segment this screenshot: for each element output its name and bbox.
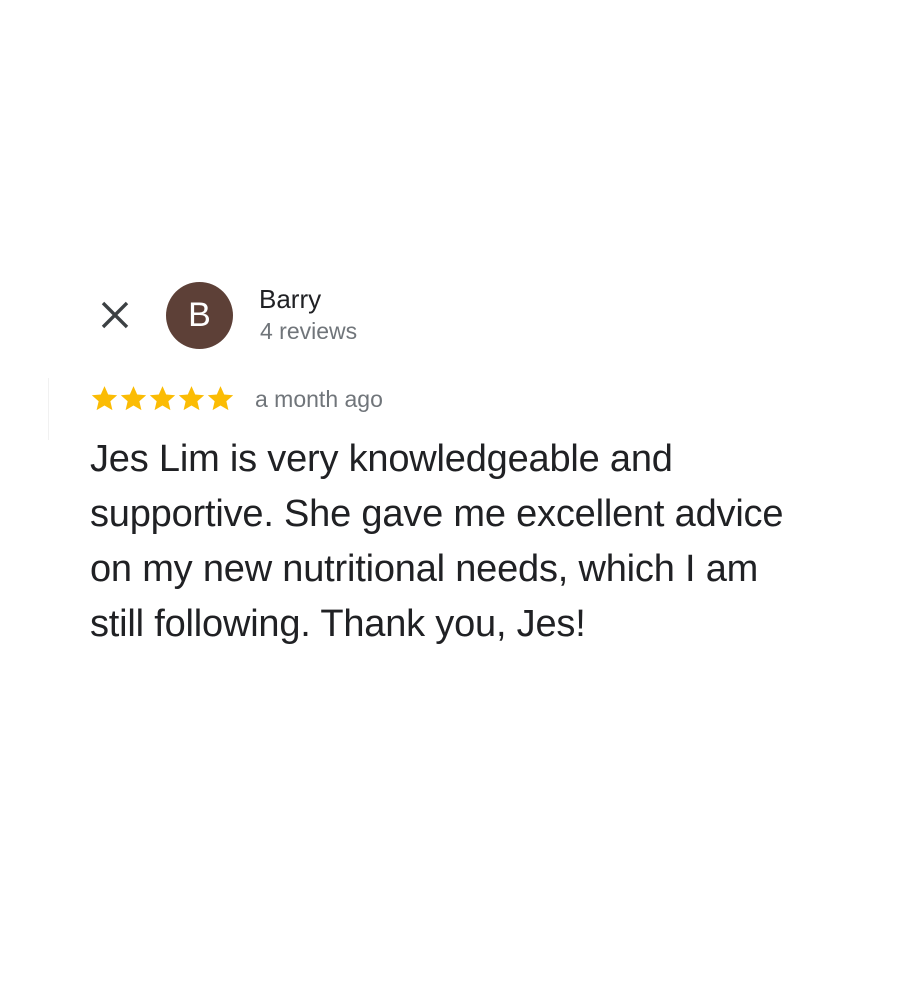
review-text: Jes Lim is very knowledgeable and suppor… — [90, 438, 784, 645]
review-card: B Barry 4 reviews a month ago Jes Lim is… — [0, 0, 918, 984]
divider — [48, 378, 49, 440]
star-rating — [90, 384, 235, 413]
author-name[interactable]: Barry — [259, 284, 321, 315]
star-icon — [178, 386, 205, 411]
star-icon — [207, 386, 234, 411]
star-icon — [91, 386, 118, 411]
review-timestamp: a month ago — [255, 386, 383, 412]
star-icon — [120, 386, 147, 411]
avatar[interactable]: B — [166, 282, 233, 349]
star-icon — [149, 386, 176, 411]
author-review-count: 4 reviews — [260, 318, 358, 344]
close-button[interactable] — [92, 292, 138, 338]
close-icon — [101, 301, 129, 329]
avatar-initial: B — [188, 296, 211, 334]
